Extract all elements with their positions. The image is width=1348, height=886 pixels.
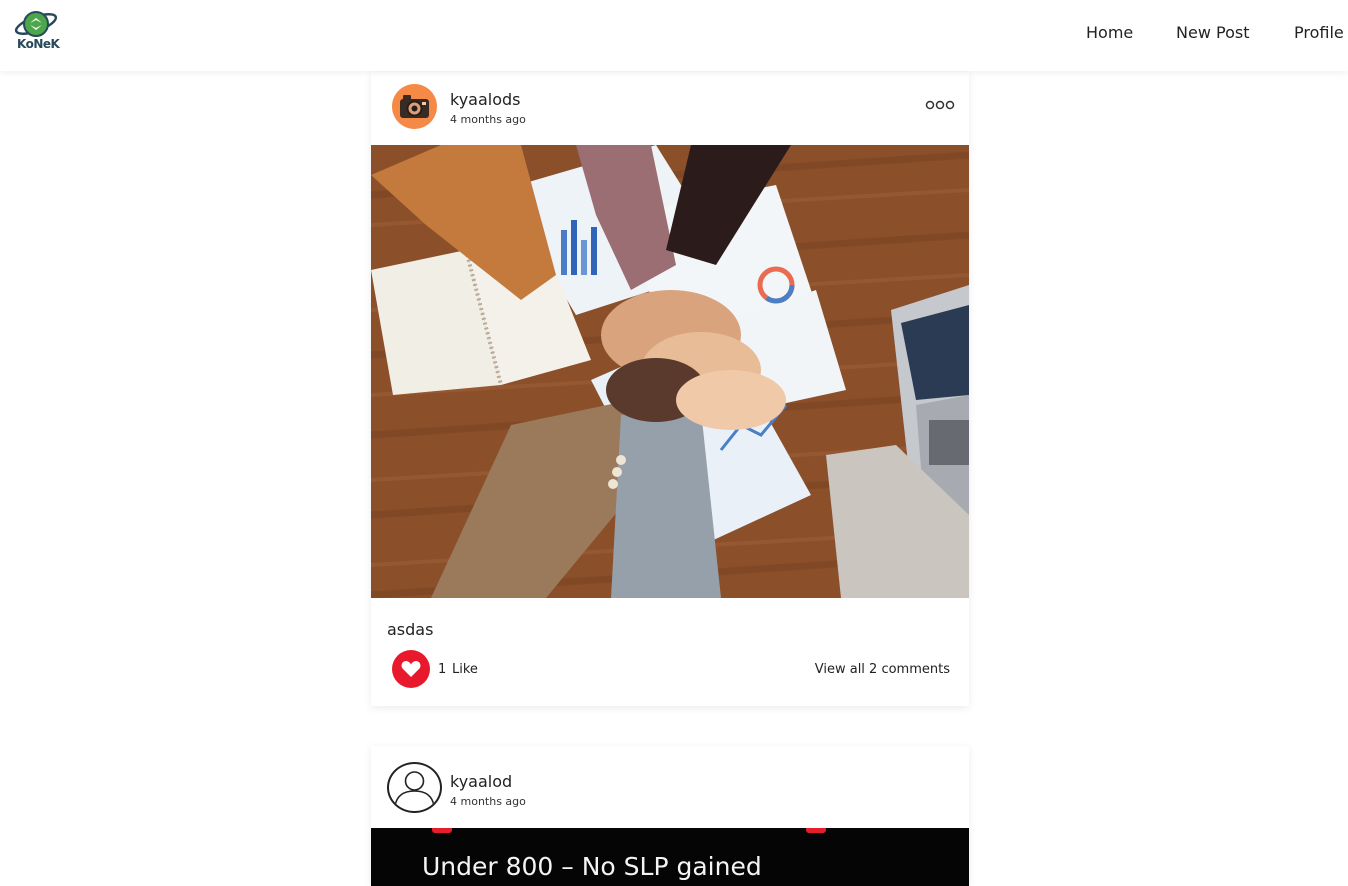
photo-text: Under 800 – No SLP gained [422,852,762,881]
post-time: 4 months ago [450,795,526,808]
heart-icon [401,661,421,677]
red-mark [806,828,826,833]
post-photo[interactable] [371,145,969,598]
nav-profile[interactable]: Profile [1294,23,1344,42]
post-caption: asdas [387,620,434,639]
top-navigation-bar: KoNeK Home New Post Profile [0,0,1348,71]
red-mark [432,828,452,833]
nav-new-post[interactable]: New Post [1176,23,1249,42]
logo-text: KoNeK [17,37,60,51]
more-options-icon[interactable] [925,97,955,110]
like-button[interactable] [392,650,430,688]
like-label: Like [452,662,478,677]
user-silhouette-icon [394,771,435,807]
post-card: kyaalod 4 months ago Under 800 – No SLP … [371,746,969,886]
view-comments-link[interactable]: View all 2 comments [815,662,950,677]
post-card: kyaalods 4 months ago asdas 1 Like View … [371,72,969,706]
post-username[interactable]: kyaalods [450,90,521,109]
camera-avatar[interactable] [392,84,437,129]
nav-home[interactable]: Home [1086,23,1133,42]
post-photo[interactable]: Under 800 – No SLP gained [371,828,969,886]
camera-icon [400,95,429,118]
default-user-avatar[interactable] [387,762,442,813]
like-count: 1 [438,662,447,677]
post-username[interactable]: kyaalod [450,772,512,791]
post-time: 4 months ago [450,113,526,126]
